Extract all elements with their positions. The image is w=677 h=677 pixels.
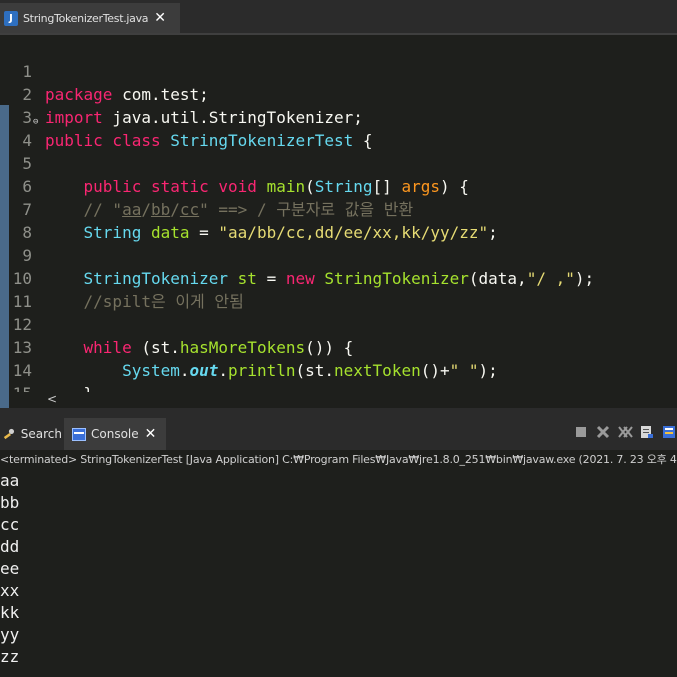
console-output-line: aa: [0, 471, 20, 490]
console-icon: [72, 427, 86, 441]
code-line: 2 import java.util.StringTokenizer;: [22, 85, 363, 127]
code-line: 7 String data = "aa/bb/cc,dd/ee/xx,kk/yy…: [22, 200, 498, 242]
scroll-left-icon[interactable]: <: [47, 392, 57, 406]
remove-all-terminated-icon[interactable]: [617, 424, 633, 440]
java-file-icon: J: [4, 10, 18, 26]
console-output-line: kk: [0, 603, 20, 622]
console-output-line: bb: [0, 493, 20, 512]
editor-horizontal-scrollbar[interactable]: [0, 392, 677, 408]
code-line: 13 System.out.println(st.nextToken()+" "…: [12, 338, 498, 380]
console-toolbar: [573, 424, 677, 440]
console-output-line: dd: [0, 537, 20, 556]
console-output-line: ee: [0, 559, 20, 578]
console-output-line: yy: [0, 625, 20, 644]
code-line: 14 }: [12, 361, 93, 392]
console-output-line: xx: [0, 581, 20, 600]
scroll-lock-icon[interactable]: [639, 424, 655, 440]
close-icon[interactable]: ✕: [154, 11, 166, 25]
code-line: 10 //spilt은 이게 안됨: [12, 269, 244, 311]
tab-search[interactable]: Search: [0, 418, 62, 450]
tab-search-label: Search: [20, 427, 62, 441]
search-icon: [3, 428, 15, 440]
code-editor[interactable]: 1 package com.test; 2 import java.util.S…: [0, 35, 677, 392]
word-wrap-icon[interactable]: [661, 424, 677, 440]
gutter-change-marker: [0, 392, 9, 408]
tab-console-label: Console: [91, 427, 139, 441]
code-line: 15 }: [0, 359, 677, 392]
code-line: 12 while (st.hasMoreTokens()) {: [12, 315, 354, 357]
view-separator: [0, 408, 677, 418]
editor-tab-label: StringTokenizerTest.java: [23, 11, 149, 25]
code-line: 5: [22, 154, 32, 173]
code-line: 9 StringTokenizer st = new StringTokeniz…: [22, 246, 595, 288]
code-line: 6 // "aa/bb/cc" ==> / 구분자로 값을 반환: [22, 177, 414, 219]
code-line: 16 }: [0, 382, 677, 392]
console-output-panel[interactable]: <terminated> StringTokenizerTest [Java A…: [0, 450, 677, 677]
console-output-line: cc: [0, 515, 20, 534]
code-line: 3 public class StringTokenizerTest {: [22, 108, 373, 150]
tab-console[interactable]: Console ✕: [64, 418, 166, 450]
terminate-icon[interactable]: [573, 424, 589, 440]
code-line: 8: [22, 223, 32, 242]
code-line: 11: [12, 292, 32, 311]
editor-tab-bar: J StringTokenizerTest.java ✕: [0, 0, 677, 33]
code-line: 4 ⊖ public static void main(String[] arg…: [0, 106, 677, 196]
code-line: 1 package com.test;: [22, 62, 209, 104]
console-output-line: zz: [0, 647, 20, 666]
close-icon[interactable]: ✕: [145, 427, 157, 441]
console-status-line: <terminated> StringTokenizerTest [Java A…: [0, 453, 677, 466]
view-tab-bar: Search Console ✕: [0, 418, 677, 450]
editor-tab[interactable]: J StringTokenizerTest.java ✕: [0, 3, 180, 33]
remove-launch-icon[interactable]: [595, 424, 611, 440]
